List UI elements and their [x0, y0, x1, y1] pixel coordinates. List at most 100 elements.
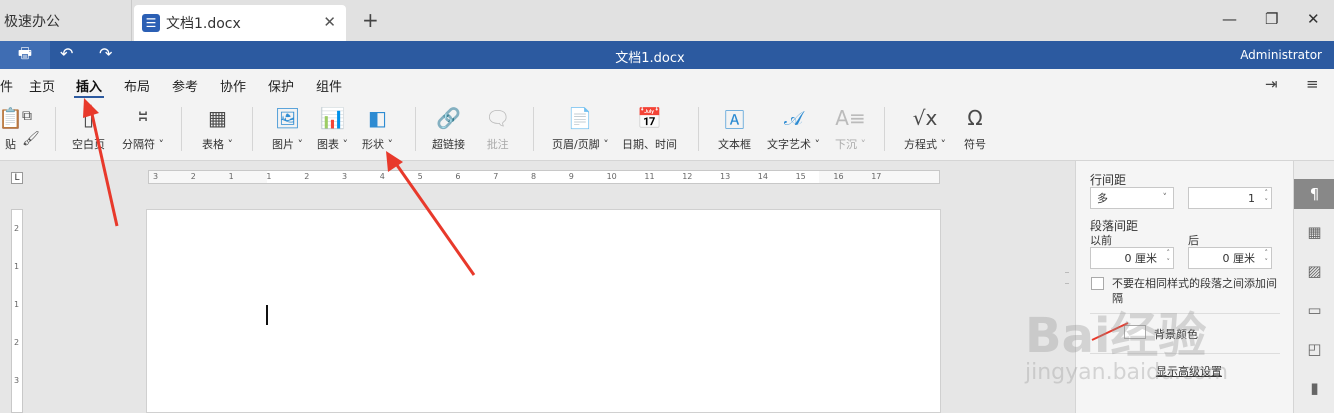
new-tab-button[interactable]: +	[362, 8, 379, 32]
ruler-tick-label: 15	[795, 172, 806, 181]
menu-bar: 件 主页 插入 布局 参考 协作 保护 组件 ⇥ ≡	[0, 69, 1334, 99]
textbox-icon: 🄰	[724, 107, 745, 132]
vertical-ruler[interactable]: 2 1 1 2 3	[11, 209, 23, 413]
chart-settings-icon[interactable]: ▮	[1294, 373, 1334, 403]
copy-icon: ⧉	[22, 108, 32, 124]
shape-button[interactable]: ◧ 形状 ˅	[362, 103, 393, 152]
tab-references[interactable]: 参考	[172, 76, 198, 95]
link-icon: 🔗	[436, 106, 461, 130]
calendar-icon: 📅	[637, 106, 662, 130]
spacing-after-input[interactable]: 0 厘米 ˄ ˅	[1188, 247, 1272, 269]
textart-label: 文字艺术 ˅	[767, 138, 820, 151]
table-text: 表格	[202, 138, 224, 151]
chart-icon: 📊	[320, 106, 345, 130]
ruler-tick-label: 1	[14, 300, 20, 309]
tab-layout[interactable]: 布局	[124, 76, 150, 95]
blank-page-icon: ▯	[82, 106, 94, 130]
ruler-tick-label: 16	[833, 172, 844, 181]
header-settings-icon[interactable]: ▭	[1294, 295, 1334, 325]
hyperlink-label: 超链接	[432, 138, 465, 151]
open-location-icon[interactable]: ⇥	[1265, 75, 1278, 93]
textbox-button[interactable]: 🄰 文本框	[718, 103, 751, 152]
divider	[415, 107, 416, 151]
ruler-tick-label: 14	[757, 172, 768, 181]
symbol-button[interactable]: Ω 符号	[964, 103, 986, 152]
tab-protect[interactable]: 保护	[268, 76, 294, 95]
watermark-url: jingyan.baidu.com	[1025, 360, 1229, 385]
divider	[698, 107, 699, 151]
shape-icon: ◧	[368, 106, 387, 130]
menu-icon[interactable]: ≡	[1306, 75, 1319, 93]
omega-icon: Ω	[967, 106, 983, 130]
minimize-icon[interactable]: —	[1222, 10, 1237, 28]
equation-button[interactable]: √x 方程式 ˅	[904, 103, 946, 152]
after-label: 后	[1188, 234, 1199, 247]
shape-settings-icon[interactable]: ◰	[1294, 334, 1334, 364]
table-label: 表格 ˅	[202, 138, 233, 151]
ruler-tick-label: 7	[493, 172, 499, 181]
divider	[533, 107, 534, 151]
table-button[interactable]: ▦ 表格 ˅	[202, 103, 233, 152]
user-name[interactable]: Administrator	[1240, 48, 1322, 62]
ruler-tick-label: 12	[682, 172, 693, 181]
line-spacing-mode-value: 多	[1097, 192, 1108, 205]
tab-home[interactable]: 主页	[29, 76, 55, 95]
close-tab-icon[interactable]: ✕	[323, 13, 336, 31]
symbol-label: 符号	[964, 138, 986, 151]
spacing-before-input[interactable]: 0 厘米 ˄ ˅	[1090, 247, 1174, 269]
scroll-grip[interactable]	[1065, 272, 1069, 284]
tab-app-home[interactable]: 极速办公	[0, 0, 132, 41]
copy-style-button[interactable]: ⧉	[22, 101, 32, 131]
ruler-tick-label: 1	[266, 172, 272, 181]
ruler-tick-label: 2	[304, 172, 310, 181]
brush-icon: 🖌	[22, 131, 40, 147]
window-close-icon[interactable]: ✕	[1307, 10, 1320, 28]
spinner-icon[interactable]: ˄ ˅	[1265, 189, 1269, 207]
image-settings-icon[interactable]: ▨	[1294, 256, 1334, 286]
ruler-tick-label: 1	[14, 262, 20, 271]
ruler-tick-label: 2	[190, 172, 196, 181]
title-bar: 🖶 ↶ ↷ 文档1.docx Administrator	[0, 41, 1334, 69]
right-sidebar: ¶ ▦ ▨ ▭ ◰ ▮	[1293, 161, 1334, 413]
blank-page-button[interactable]: ▯ 空白页	[72, 103, 105, 152]
textart-text: 文字艺术	[767, 138, 811, 151]
no-space-checkbox[interactable]	[1091, 277, 1104, 290]
chart-label: 图表 ˅	[317, 138, 348, 151]
header-footer-button[interactable]: 📄 页眉/页脚 ˅	[552, 103, 609, 152]
line-spacing-value-input[interactable]: 1 ˄ ˅	[1188, 187, 1272, 209]
table-settings-icon[interactable]: ▦	[1294, 217, 1334, 247]
ruler-track	[267, 171, 819, 183]
tab-document[interactable]: ☰ 文档1.docx ✕	[134, 5, 346, 41]
paragraph-icon[interactable]: ¶	[1294, 179, 1334, 209]
format-painter-button[interactable]: 🖌	[22, 129, 40, 149]
tab-insert[interactable]: 插入	[73, 76, 105, 98]
spinner-icon[interactable]: ˄ ˅	[1265, 249, 1269, 267]
horizontal-ruler[interactable]: 3 2 1 1 2 3 4 5 6 7 8 9 10 11 12 13 14 15 16 17	[148, 170, 940, 184]
spinner-icon[interactable]: ˄ ˅	[1167, 249, 1171, 267]
page-break-button[interactable]: ⎶ 分隔符 ˅	[122, 103, 164, 152]
datetime-button[interactable]: 📅 日期、时间	[622, 103, 677, 152]
paste-button[interactable]: 📋 贴	[0, 103, 23, 152]
before-label: 以前	[1090, 234, 1112, 247]
divider	[884, 107, 885, 151]
ruler-tick-label: 4	[379, 172, 385, 181]
header-footer-icon: 📄	[567, 106, 593, 130]
line-spacing-mode-select[interactable]: 多 ˅	[1090, 187, 1174, 209]
header-footer-label: 页眉/页脚 ˅	[552, 138, 609, 151]
tab-plugins[interactable]: 组件	[316, 76, 342, 95]
equation-text: 方程式	[904, 138, 937, 151]
textart-button[interactable]: 𝒜 文字艺术 ˅	[767, 103, 820, 152]
page-break-text: 分隔符	[122, 138, 155, 151]
restore-icon[interactable]: ❐	[1265, 10, 1278, 28]
picture-icon: 🖼	[274, 106, 301, 130]
chart-button[interactable]: 📊 图表 ˅	[317, 103, 348, 152]
tab-file[interactable]: 件	[0, 76, 13, 95]
dropcap-button[interactable]: A≡ 下沉 ˅	[835, 103, 866, 152]
comment-button[interactable]: 🗨 批注	[485, 103, 510, 152]
watermark-logo: Bai经验 jingyan.baidu.com	[1025, 296, 1228, 385]
hyperlink-button[interactable]: 🔗 超链接	[432, 103, 465, 152]
picture-button[interactable]: 🖼 图片 ˅	[272, 103, 303, 152]
tab-stop-selector[interactable]: L	[11, 172, 23, 184]
tab-collaborate[interactable]: 协作	[220, 76, 246, 95]
ruler-tick-label: 10	[606, 172, 617, 181]
